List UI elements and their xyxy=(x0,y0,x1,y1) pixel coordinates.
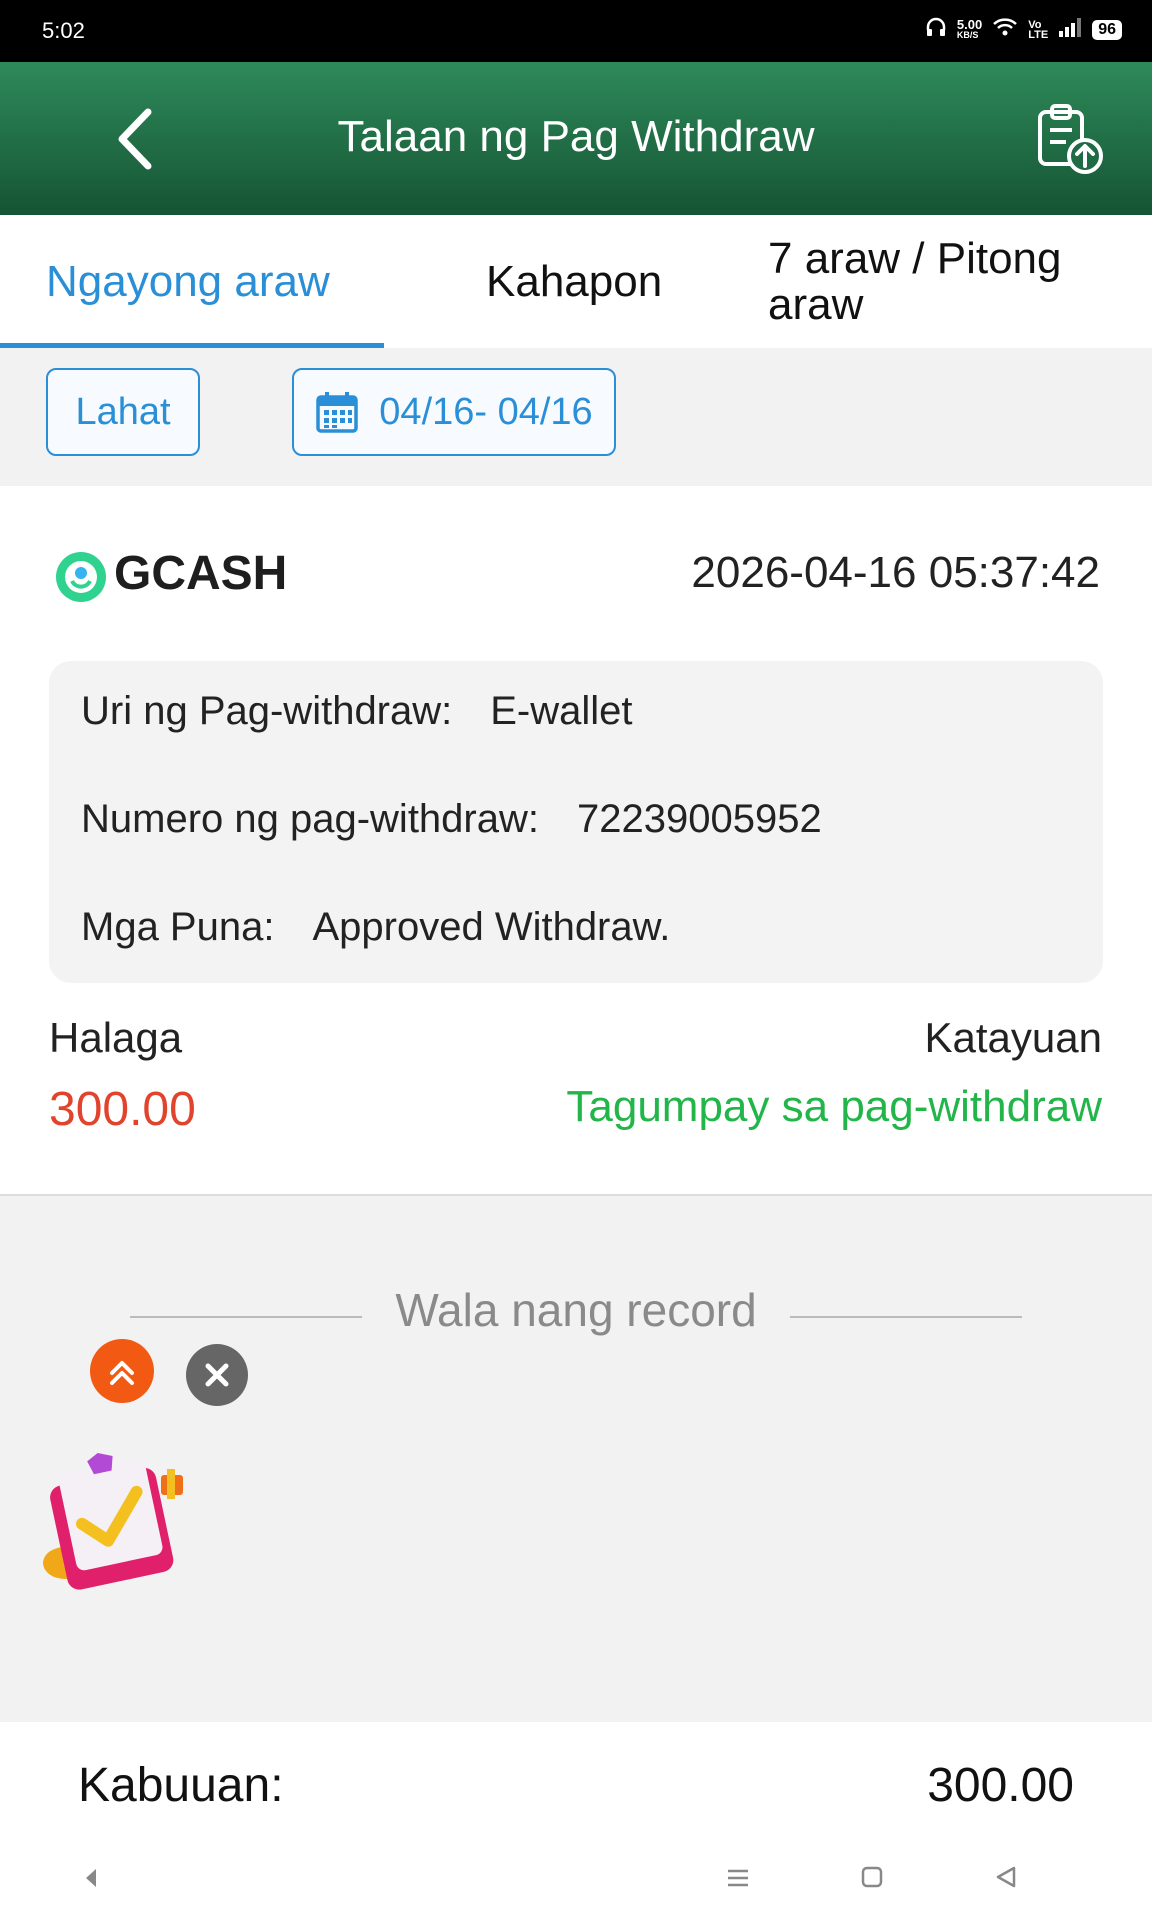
amount-value: 300.00 xyxy=(49,1083,196,1136)
total-bar: Kabuuan: 300.00 xyxy=(0,1722,1152,1842)
double-chevron-up-icon xyxy=(110,1361,134,1385)
gcash-logo-icon xyxy=(55,551,107,603)
tab-today[interactable]: Ngayong araw xyxy=(46,215,330,348)
calendar-icon xyxy=(316,392,359,433)
withdraw-record-card: GCASH 2026-04-16 05:37:42 Uri ng Pag-wit… xyxy=(0,486,1152,1196)
tab-seven-days[interactable]: 7 araw / Pitong araw xyxy=(768,215,1108,348)
total-label: Kabuuan: xyxy=(78,1759,284,1812)
volte-icon: Vo LTE xyxy=(1028,18,1049,41)
back-nav-icon[interactable] xyxy=(994,1864,1018,1896)
signal-icon xyxy=(1058,17,1082,42)
provider-name: GCASH xyxy=(114,547,288,600)
status-icons: 5.00 KB/S Vo LTE 96 xyxy=(925,16,1122,43)
close-float-button[interactable] xyxy=(186,1344,248,1406)
detail-remarks: Mga Puna: Approved Withdraw. xyxy=(81,905,671,949)
wifi-icon xyxy=(992,16,1018,43)
no-more-records-text: Wala nang record xyxy=(395,1284,757,1336)
app-header: Talaan ng Pag Withdraw xyxy=(0,62,1152,215)
date-tabs: Ngayong araw Kahapon 7 araw / Pitong ara… xyxy=(0,215,1152,348)
status-value: Tagumpay sa pag-withdraw xyxy=(566,1082,1102,1131)
home-icon[interactable] xyxy=(860,1864,884,1896)
all-filter-button[interactable]: Lahat xyxy=(46,368,200,456)
menu-icon[interactable] xyxy=(726,1864,750,1896)
date-range-label: 04/16- 04/16 xyxy=(379,390,593,433)
divider-right xyxy=(790,1316,1022,1318)
battery-icon: 96 xyxy=(1092,19,1122,40)
detail-withdraw-type: Uri ng Pag-withdraw: E-wallet xyxy=(81,689,633,733)
page-title: Talaan ng Pag Withdraw xyxy=(337,112,815,161)
network-speed: 5.00 KB/S xyxy=(956,16,983,40)
amount-label: Halaga xyxy=(49,1014,183,1061)
headphones-icon xyxy=(925,16,947,43)
record-details: Uri ng Pag-withdraw: E-wallet Numero ng p… xyxy=(49,661,1103,983)
record-datetime: 2026-04-16 05:37:42 xyxy=(691,548,1100,597)
filter-bar: Lahat 04/16- 04/16 xyxy=(0,348,1152,486)
close-icon xyxy=(205,1363,229,1387)
promo-gift-icon[interactable] xyxy=(35,1445,195,1605)
scroll-to-top-button[interactable] xyxy=(90,1339,154,1403)
clock: 5:02 xyxy=(42,18,85,43)
detail-withdraw-number: Numero ng pag-withdraw: 72239005952 xyxy=(81,797,822,841)
upload-record-button[interactable] xyxy=(1030,100,1110,180)
clipboard-upload-icon xyxy=(1038,104,1103,174)
tab-yesterday[interactable]: Kahapon xyxy=(486,215,662,348)
date-range-button[interactable]: 04/16- 04/16 xyxy=(292,368,616,456)
status-bar: 5:02 5.00 KB/S Vo LTE 96 xyxy=(0,0,1152,62)
total-value: 300.00 xyxy=(927,1759,1074,1812)
nav-left-arrow-icon[interactable] xyxy=(82,1864,100,1896)
system-nav-bar xyxy=(0,1842,1152,1920)
status-label: Katayuan xyxy=(924,1014,1102,1061)
